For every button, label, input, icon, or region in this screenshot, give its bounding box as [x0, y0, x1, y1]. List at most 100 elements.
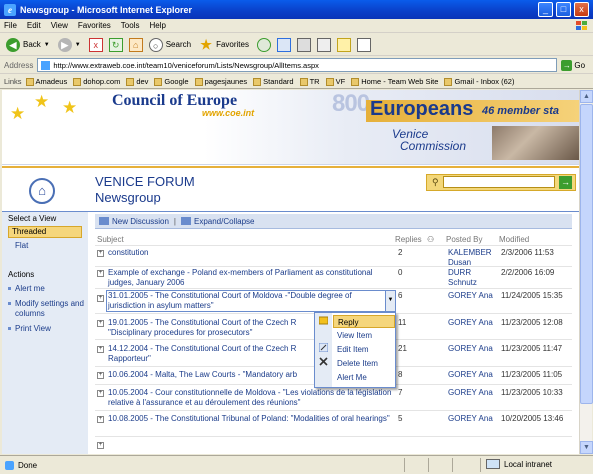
history-icon[interactable]: [256, 37, 271, 52]
forward-button[interactable]: ▶ ▼: [57, 37, 81, 52]
link-item[interactable]: TR: [299, 77, 320, 86]
link-icon: [194, 77, 203, 86]
column-subject[interactable]: Subject: [97, 235, 124, 244]
expand-icon[interactable]: +: [97, 295, 104, 302]
address-input[interactable]: http://www.extraweb.coe.int/team10/venic…: [37, 58, 558, 72]
link-item[interactable]: dev: [126, 77, 148, 86]
home-icon[interactable]: ⌂: [29, 178, 55, 204]
page-status-icon: [5, 460, 14, 470]
expand-icon[interactable]: +: [97, 320, 104, 327]
context-view-item[interactable]: View Item: [333, 329, 395, 342]
expand-icon[interactable]: +: [97, 346, 104, 353]
row-replies: 2: [398, 248, 403, 257]
menu-help[interactable]: Help: [149, 21, 165, 30]
scroll-down-icon[interactable]: ▼: [580, 441, 593, 454]
print-icon[interactable]: [296, 37, 311, 52]
status-bar: Done Local intranet: [0, 455, 593, 474]
row-author[interactable]: GOREY Ana: [448, 344, 493, 354]
star-icon: ★: [34, 92, 50, 111]
expand-icon[interactable]: +: [97, 270, 104, 277]
context-delete-item[interactable]: Delete Item: [333, 357, 395, 370]
row-author[interactable]: DURR Schnutz: [448, 268, 498, 288]
research-icon[interactable]: [356, 37, 371, 52]
scroll-thumb[interactable]: [580, 104, 593, 404]
stop-icon[interactable]: x: [88, 37, 103, 52]
chevron-down-icon[interactable]: ▼: [75, 42, 81, 48]
status-divider: [404, 458, 405, 472]
row-author[interactable]: GOREY Ana: [448, 291, 493, 301]
action-alert-me[interactable]: Alert me: [15, 284, 45, 293]
link-item[interactable]: dohop.com: [73, 77, 120, 86]
messenger-icon[interactable]: [336, 37, 351, 52]
vertical-scrollbar[interactable]: ▲ ▼: [579, 90, 593, 454]
search-button[interactable]: ○ Search: [148, 37, 191, 52]
row-subject[interactable]: 14.12.2004 - The Constitutional Court of…: [108, 344, 313, 364]
expand-icon[interactable]: +: [97, 442, 104, 449]
row-divider: [95, 410, 572, 411]
action-modify-settings[interactable]: Modify settings and columns: [15, 299, 87, 319]
column-modified[interactable]: Modified: [499, 235, 529, 244]
search-input[interactable]: [443, 176, 555, 188]
row-author[interactable]: GOREY Ana: [448, 388, 493, 398]
star-icon: ★: [62, 98, 78, 117]
context-alert-me[interactable]: Alert Me: [333, 371, 395, 384]
link-icon: [444, 77, 453, 86]
menu-edit[interactable]: Edit: [27, 21, 41, 30]
link-item[interactable]: Home - Team Web Site: [351, 77, 438, 86]
go-button[interactable]: → Go: [561, 59, 585, 71]
context-edit-item[interactable]: Edit Item: [333, 343, 395, 356]
expand-collapse-button[interactable]: Expand/Collapse: [194, 217, 254, 226]
site-title[interactable]: VENICE FORUM: [95, 174, 195, 189]
row-author[interactable]: GOREY Ana: [448, 414, 493, 424]
row-author[interactable]: GOREY Ana: [448, 370, 493, 380]
new-discussion-button[interactable]: New Discussion: [112, 217, 169, 226]
row-author[interactable]: GOREY Ana: [448, 318, 493, 328]
expand-icon[interactable]: +: [97, 416, 104, 423]
edit-icon[interactable]: [316, 37, 331, 52]
home-icon[interactable]: ⌂: [128, 37, 143, 52]
view-flat[interactable]: Flat: [15, 241, 28, 250]
row-subject[interactable]: 10.08.2005 - The Constitutional Tribunal…: [108, 414, 393, 434]
row-subject[interactable]: 10.06.2004 - Malta, The Law Courts - "Ma…: [108, 370, 313, 380]
status-divider: [480, 458, 481, 472]
scroll-up-icon[interactable]: ▲: [580, 90, 593, 103]
refresh-icon[interactable]: ↻: [108, 37, 123, 52]
action-print-view[interactable]: Print View: [15, 324, 51, 333]
close-button[interactable]: x: [574, 2, 589, 17]
maximize-button[interactable]: □: [556, 2, 571, 17]
row-subject[interactable]: 19.01.2005 - The Constitutional Court of…: [108, 318, 313, 338]
menu-file[interactable]: File: [4, 21, 17, 30]
minimize-button[interactable]: _: [538, 2, 553, 17]
org-url[interactable]: www.coe.int: [202, 108, 254, 118]
back-label: Back: [23, 40, 41, 49]
search-go-button[interactable]: →: [559, 176, 572, 189]
expand-icon[interactable]: +: [97, 250, 104, 257]
context-reply[interactable]: Reply: [333, 315, 395, 328]
link-item[interactable]: VF: [325, 77, 345, 86]
menu-favorites[interactable]: Favorites: [78, 21, 111, 30]
view-threaded[interactable]: Threaded: [8, 226, 82, 238]
menu-tools[interactable]: Tools: [121, 21, 140, 30]
link-item[interactable]: pagesjaunes: [194, 77, 247, 86]
link-item[interactable]: Amadeus: [25, 77, 67, 86]
favorites-button[interactable]: ★ Favorites: [199, 36, 249, 52]
expand-icon[interactable]: +: [97, 390, 104, 397]
item-menu-dropdown[interactable]: ▼: [385, 291, 395, 311]
row-modified: 11/23/2005 11:05: [501, 370, 563, 379]
row-subject[interactable]: constitution: [108, 248, 393, 258]
mail-icon[interactable]: [276, 37, 291, 52]
link-item[interactable]: Google: [154, 77, 189, 86]
security-zone[interactable]: Local intranet: [486, 459, 552, 469]
link-item[interactable]: Gmail - Inbox (62): [444, 77, 514, 86]
expand-icon[interactable]: +: [97, 372, 104, 379]
row-subject[interactable]: Example of exchange - Poland ex-members …: [108, 268, 393, 288]
row-subject[interactable]: 31.01.2005 - The Constitutional Court of…: [108, 291, 383, 311]
link-item[interactable]: Standard: [253, 77, 294, 86]
chevron-down-icon[interactable]: ▼: [44, 42, 50, 48]
star-icon: ★: [200, 36, 212, 52]
column-posted-by[interactable]: Posted By: [446, 235, 482, 244]
column-replies[interactable]: Replies: [395, 235, 422, 244]
back-button[interactable]: ◀ Back ▼: [6, 37, 50, 52]
row-author[interactable]: KALEMBER Dusan: [448, 248, 498, 268]
menu-view[interactable]: View: [51, 21, 68, 30]
